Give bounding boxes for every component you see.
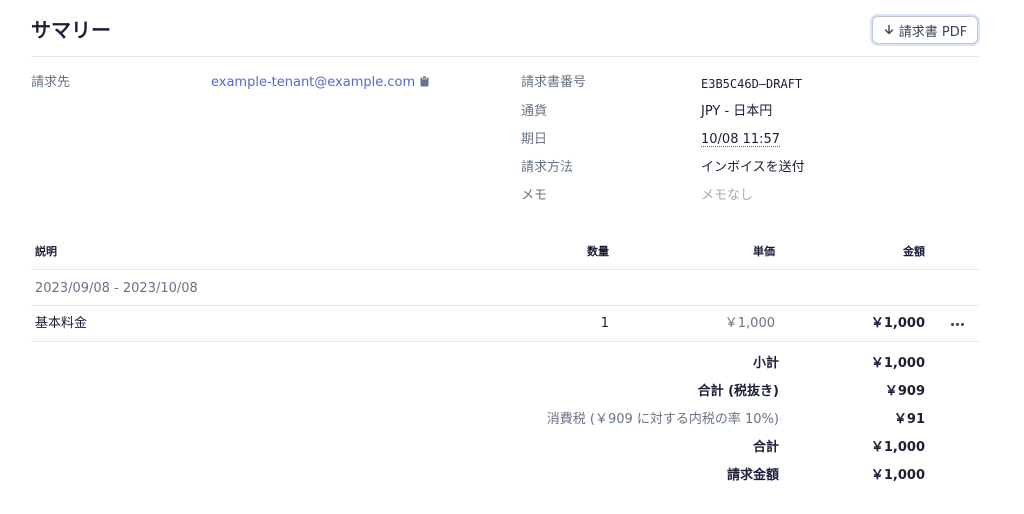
tax-value: ￥91 (893, 412, 925, 427)
tax-label: 消費税 (￥909 に対する内税の率 10%) (546, 412, 779, 427)
billing-method-value: インボイスを送付 (701, 160, 805, 175)
invoice-number-label: 請求書番号 (521, 75, 587, 90)
line-item-divider (31, 341, 979, 342)
header-divider (31, 56, 979, 57)
total-excl-tax-label: 合計 (税抜き) (697, 384, 779, 399)
memo-value: メモなし (701, 188, 754, 203)
memo-label: メモ (521, 188, 548, 203)
column-header-amount: 金額 (903, 245, 925, 258)
clipboard-icon[interactable] (420, 75, 429, 93)
line-item-amount: ￥1,000 (870, 316, 925, 331)
column-header-unit-price: 単価 (753, 245, 775, 258)
total-value: ￥1,000 (870, 440, 925, 455)
due-date-label: 期日 (521, 132, 548, 147)
currency-value: JPY - 日本円 (701, 104, 773, 119)
amount-due-value: ￥1,000 (870, 468, 925, 483)
page-title: サマリー (31, 18, 111, 42)
billing-period: 2023/09/08 - 2023/10/08 (35, 281, 198, 296)
table-header-divider (31, 269, 979, 270)
currency-label: 通貨 (521, 104, 548, 119)
invoice-number-value: E3B5C46D–DRAFT (701, 77, 803, 91)
total-label: 合計 (752, 440, 779, 455)
column-header-quantity: 数量 (587, 245, 609, 258)
arrow-down-icon (883, 24, 895, 36)
column-header-description: 説明 (35, 245, 57, 258)
subtotal-label: 小計 (752, 356, 779, 371)
amount-due-label: 請求金額 (726, 468, 779, 483)
line-item-quantity: 1 (600, 316, 609, 331)
bill-to-label: 請求先 (31, 75, 71, 90)
line-item-unit-price: ￥1,000 (724, 316, 775, 331)
billing-method-label: 請求方法 (521, 160, 574, 175)
bill-to-email-link[interactable]: example-tenant@example.com (211, 75, 415, 90)
subtotal-value: ￥1,000 (870, 356, 925, 371)
line-item-description: 基本料金 (35, 316, 88, 331)
invoice-pdf-button[interactable]: 請求書 PDF (872, 16, 978, 44)
invoice-pdf-button-label: 請求書 PDF (898, 24, 968, 40)
due-date-value[interactable]: 10/08 11:57 (701, 131, 780, 149)
bill-to-field: example-tenant@example.com (211, 74, 429, 93)
total-excl-tax-value: ￥909 (884, 384, 925, 399)
more-horizontal-icon[interactable] (944, 315, 970, 333)
